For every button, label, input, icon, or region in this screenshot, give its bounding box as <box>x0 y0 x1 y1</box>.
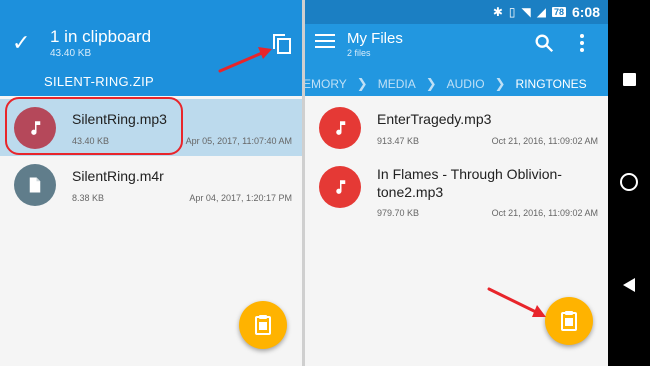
file-date: Apr 05, 2017, 11:07:40 AM <box>185 136 292 146</box>
paste-fab-button[interactable] <box>239 301 287 349</box>
clipboard-item-name: SILENT-RING.ZIP <box>44 74 154 89</box>
paste-fab-button[interactable] <box>545 297 593 345</box>
battery-icon: 78 <box>551 7 566 17</box>
file-row[interactable]: SilentRing.m4r 8.38 KB Apr 04, 2017, 1:2… <box>0 156 302 213</box>
breadcrumb: MEMORY ❯ MEDIA ❯ AUDIO ❯ RINGTONES <box>305 70 608 96</box>
music-file-icon <box>319 107 361 149</box>
file-count: 2 files <box>347 48 371 58</box>
more-options-icon[interactable] <box>579 34 585 52</box>
menu-icon[interactable] <box>315 34 335 48</box>
file-row[interactable]: EnterTragedy.mp3 913.47 KB Oct 21, 2016,… <box>305 99 608 156</box>
right-pane: ✱ ▯ ◥ ◢ 78 6:08 My Files 2 files MEMORY ❯… <box>305 0 608 366</box>
chevron-right-icon: ❯ <box>494 76 506 91</box>
breadcrumb-item-current[interactable]: RINGTONES <box>516 77 587 91</box>
file-size: 913.47 KB <box>377 136 420 146</box>
breadcrumb-item[interactable]: MEDIA <box>378 77 416 91</box>
clipboard-toolbar: ✓ 1 in clipboard 43.40 KB SILENT-RING.ZI… <box>0 0 302 96</box>
document-file-icon <box>14 164 56 206</box>
file-size: 979.70 KB <box>377 208 420 218</box>
file-name: EnterTragedy.mp3 <box>377 111 492 127</box>
clipboard-title: 1 in clipboard <box>50 27 152 46</box>
chevron-right-icon: ❯ <box>425 76 437 91</box>
back-icon[interactable] <box>623 278 635 292</box>
search-icon[interactable] <box>533 32 555 54</box>
breadcrumb-item[interactable]: AUDIO <box>447 77 485 91</box>
file-row[interactable]: In Flames - Through Oblivion- tone2.mp3 … <box>305 160 608 226</box>
breadcrumb-item[interactable]: MEMORY <box>305 77 347 91</box>
music-file-icon <box>319 166 361 208</box>
file-date: Apr 04, 2017, 1:20:17 PM <box>189 193 292 203</box>
done-check-icon[interactable]: ✓ <box>12 30 30 56</box>
main-toolbar: ✱ ▯ ◥ ◢ 78 6:08 My Files 2 files MEMORY ❯… <box>305 0 608 96</box>
file-name-line1: In Flames - Through Oblivion- <box>377 166 562 182</box>
status-bar: ✱ ▯ ◥ ◢ 78 6:08 <box>305 0 608 24</box>
bluetooth-icon: ✱ <box>492 5 503 19</box>
home-icon[interactable] <box>620 173 638 191</box>
paste-icon <box>255 315 271 335</box>
file-date: Oct 21, 2016, 11:09:02 AM <box>491 136 598 146</box>
file-name: SilentRing.m4r <box>72 168 164 184</box>
left-pane: ✓ 1 in clipboard 43.40 KB SILENT-RING.ZI… <box>0 0 302 366</box>
chevron-right-icon: ❯ <box>356 76 368 91</box>
file-date: Oct 21, 2016, 11:09:02 AM <box>491 208 598 218</box>
page-title: My Files <box>347 30 403 47</box>
paste-icon <box>561 311 577 331</box>
android-nav-bar <box>608 0 650 366</box>
wifi-icon: ◥ <box>521 5 531 19</box>
clipboard-size: 43.40 KB <box>50 48 92 59</box>
vibrate-icon: ▯ <box>508 5 516 19</box>
clock: 6:08 <box>571 4 600 20</box>
file-size: 8.38 KB <box>72 193 105 203</box>
recent-apps-icon[interactable] <box>623 73 636 86</box>
copy-icon[interactable] <box>270 32 294 56</box>
annotation-highlight <box>5 97 183 155</box>
signal-icon: ◢ <box>536 5 546 19</box>
file-name-line2: tone2.mp3 <box>377 184 444 200</box>
